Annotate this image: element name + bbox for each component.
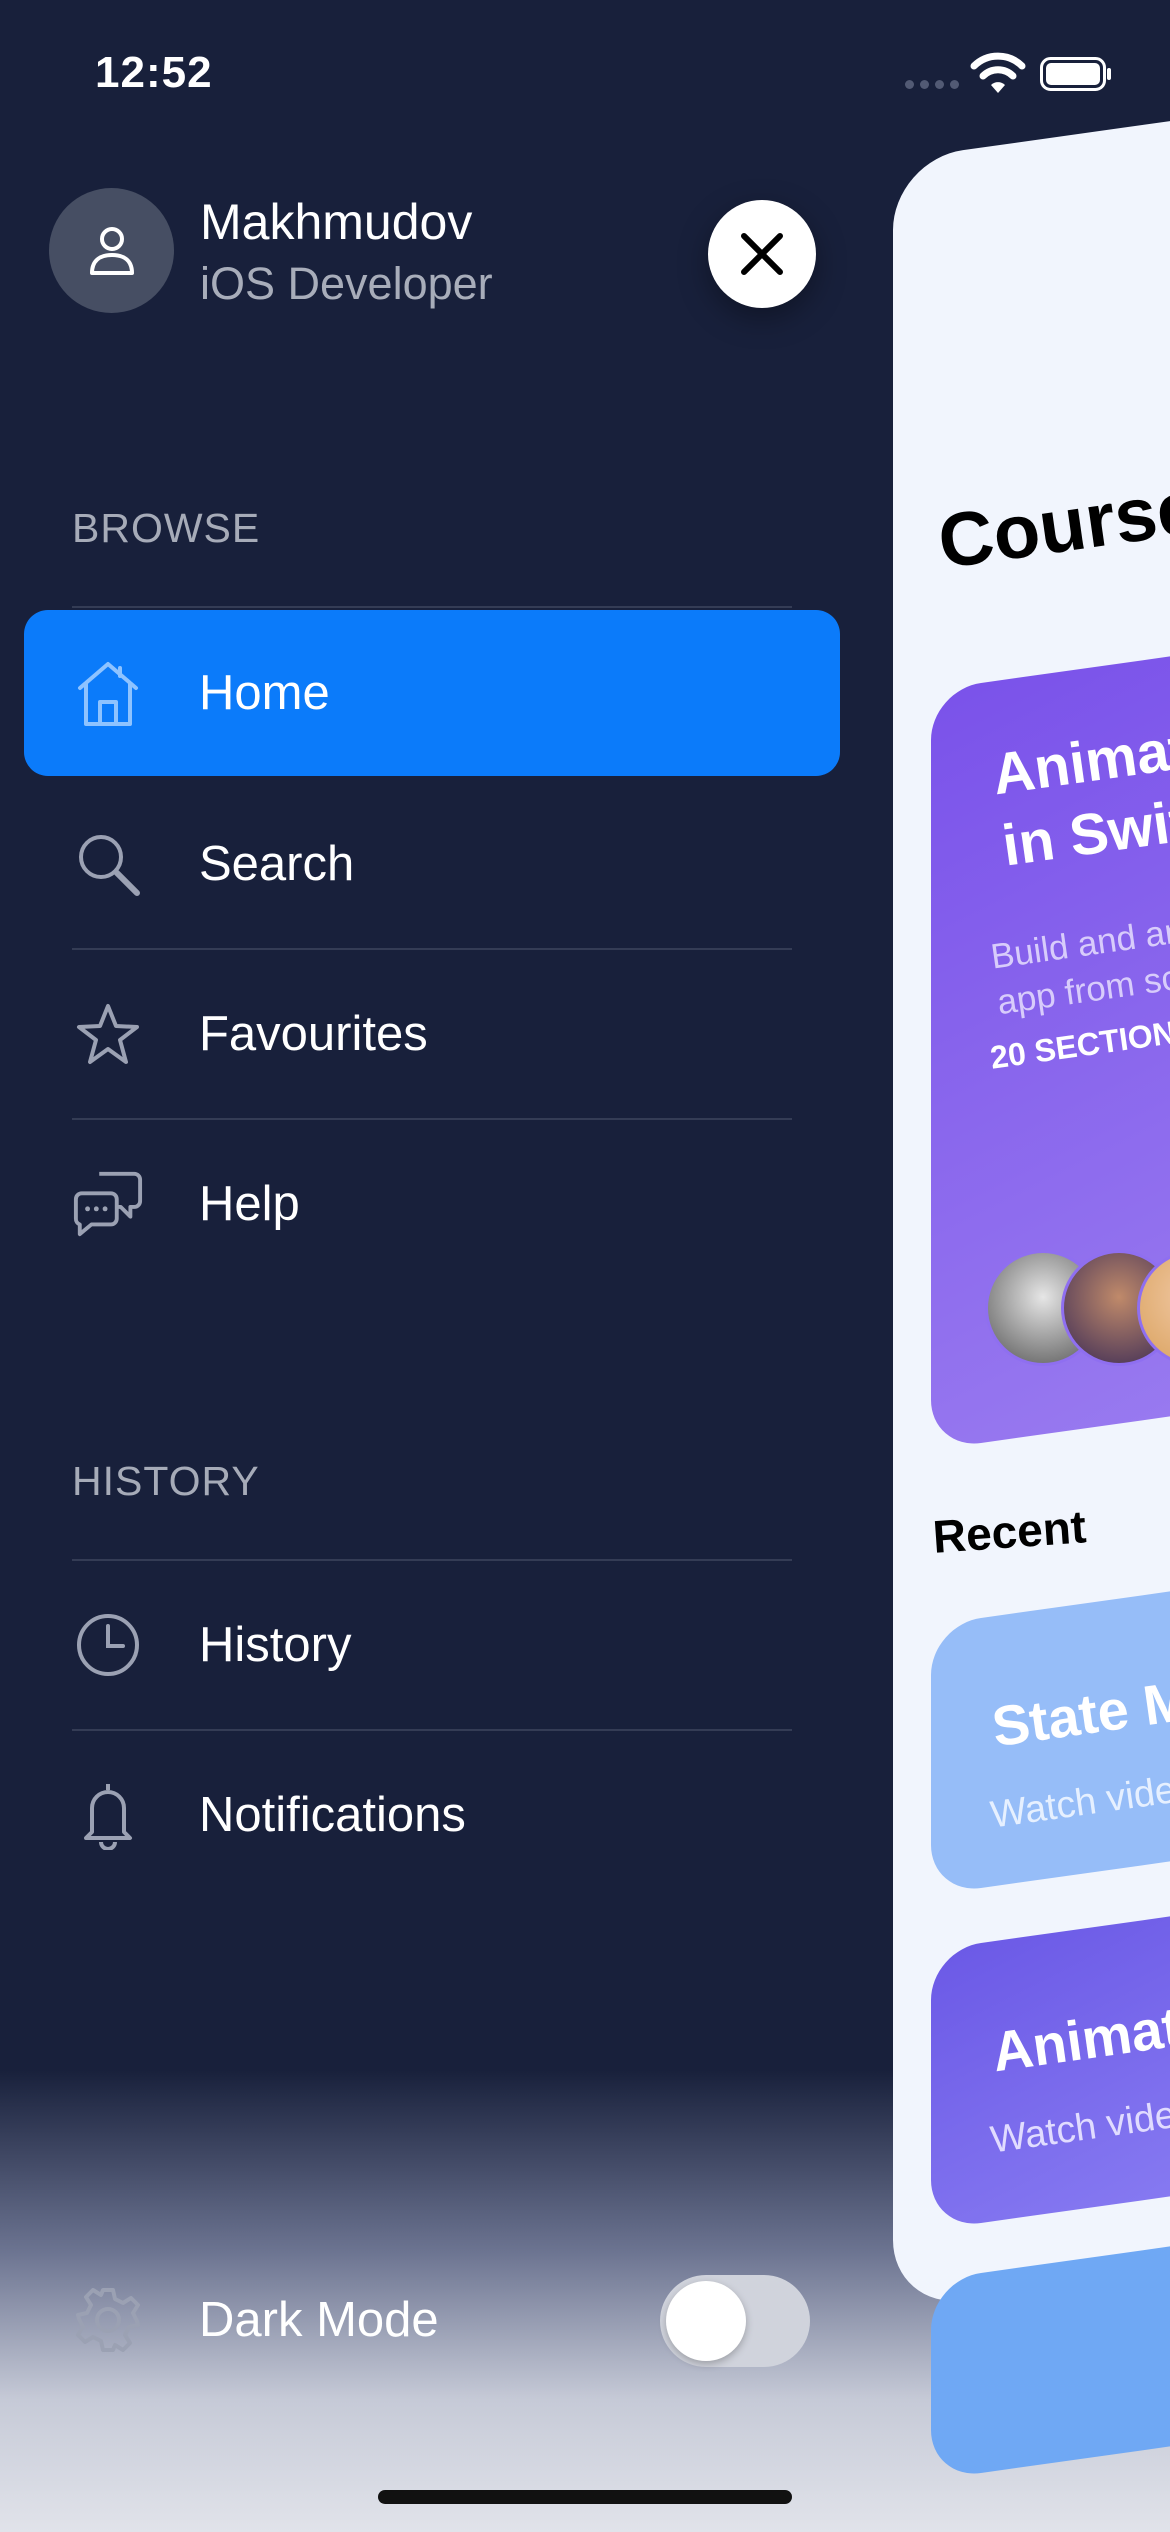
- close-icon: [741, 233, 783, 275]
- menu-item-label: Search: [199, 837, 355, 891]
- chat-bubbles-icon: [72, 1168, 144, 1240]
- clock-icon: [72, 1609, 144, 1681]
- history-section-title: HISTORY: [72, 1458, 260, 1504]
- menu-item-search[interactable]: Search: [24, 780, 840, 948]
- home-indicator: [378, 2490, 792, 2504]
- menu-item-label: Help: [199, 1177, 300, 1231]
- dark-mode-row: Dark Mode: [24, 2250, 840, 2390]
- star-icon: [72, 998, 144, 1070]
- menu-item-label: Home: [199, 666, 330, 720]
- toggle-knob: [666, 2281, 746, 2361]
- menu-item-favourites[interactable]: Favourites: [24, 950, 840, 1118]
- featured-course-title: Animat in Swift: [988, 715, 1170, 879]
- menu-item-label: Favourites: [199, 1007, 428, 1061]
- bell-icon: [72, 1779, 144, 1851]
- avatar[interactable]: [49, 188, 174, 313]
- dark-mode-label: Dark Mode: [199, 2293, 439, 2347]
- menu-item-label: History: [199, 1618, 352, 1672]
- search-icon: [72, 828, 144, 900]
- gear-icon: [72, 2284, 144, 2356]
- home-icon: [72, 657, 144, 729]
- menu-item-notifications[interactable]: Notifications: [24, 1731, 840, 1899]
- close-button[interactable]: [708, 200, 816, 308]
- dark-mode-toggle[interactable]: [660, 2275, 810, 2367]
- divider: [72, 606, 792, 608]
- browse-section-title: BROWSE: [72, 505, 261, 551]
- status-time: 12:52: [95, 48, 213, 97]
- menu-item-history[interactable]: History: [24, 1561, 840, 1729]
- menu-item-help[interactable]: Help: [24, 1120, 840, 1288]
- author-avatars: [985, 1250, 1170, 1366]
- profile-role: iOS Developer: [200, 258, 493, 309]
- person-icon: [89, 226, 134, 275]
- menu-item-label: Notifications: [199, 1788, 466, 1842]
- content-preview[interactable]: Course Animat in Swift Build and an app …: [893, 0, 1170, 2532]
- profile-name: Makhmudov: [200, 194, 473, 250]
- recent-title: Recent: [931, 1500, 1088, 1563]
- menu-item-home[interactable]: Home: [24, 610, 840, 776]
